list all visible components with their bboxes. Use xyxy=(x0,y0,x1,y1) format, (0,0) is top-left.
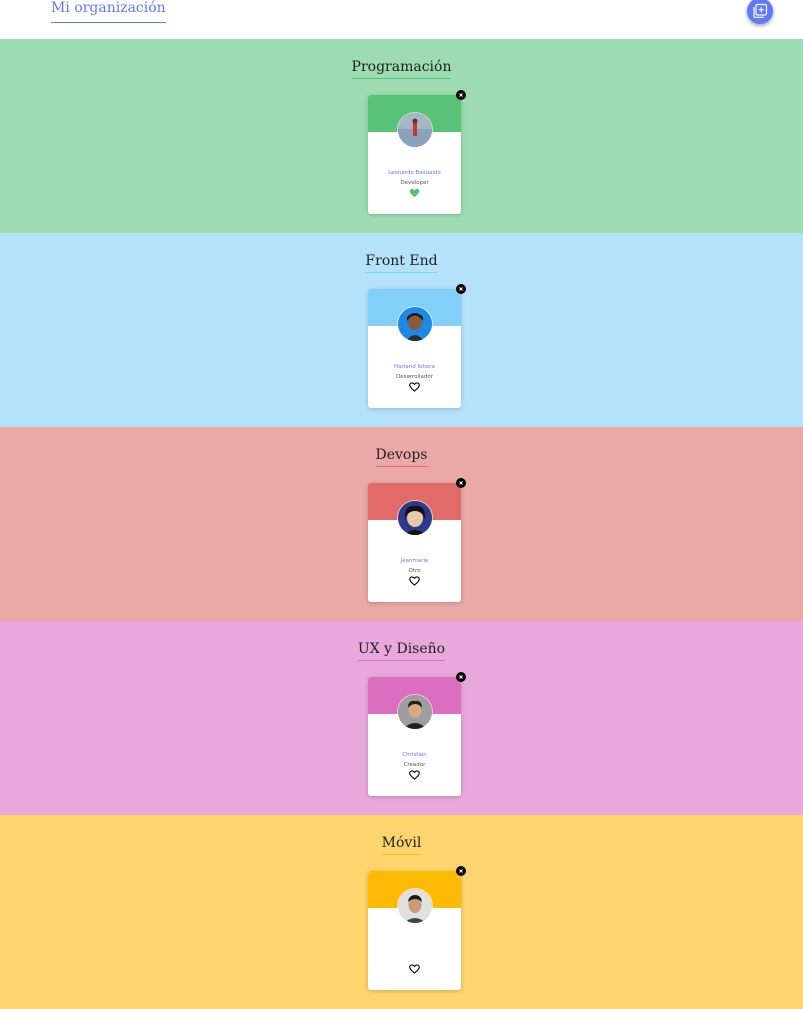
member-role: Creador xyxy=(403,762,426,768)
close-icon xyxy=(459,481,463,485)
member-card: Jeanmarie Otro xyxy=(368,478,466,602)
delete-member-button[interactable] xyxy=(456,672,466,682)
member-role: Developer xyxy=(400,180,429,186)
add-square-icon xyxy=(753,3,768,18)
heart-icon[interactable] xyxy=(409,576,420,586)
team-section-movil: Móvil xyxy=(0,815,803,1009)
close-icon xyxy=(459,287,463,291)
avatar xyxy=(397,306,433,342)
member-name: Jeanmarie xyxy=(400,558,429,564)
team-section-devops: Devops Jeanmarie Otro xyxy=(0,427,803,621)
top-bar: Mi organización xyxy=(0,0,803,39)
heart-icon[interactable] xyxy=(409,770,420,780)
member-name: Christian xyxy=(402,752,427,758)
member-card: Leonardo Basualdo Developer xyxy=(368,90,466,214)
delete-member-button[interactable] xyxy=(456,866,466,876)
delete-member-button[interactable] xyxy=(456,478,466,488)
team-section-front-end: Front End Harland lohora Desarrollador xyxy=(0,233,803,427)
delete-member-button[interactable] xyxy=(456,284,466,294)
team-section-programacion: Programación Leonardo Basualdo Developer xyxy=(0,39,803,233)
heart-icon[interactable] xyxy=(409,964,420,974)
member-role: Desarrollador xyxy=(395,374,434,380)
team-section-ux-diseno: UX y Diseño Christian Creador xyxy=(0,621,803,815)
avatar xyxy=(397,694,433,730)
member-name: Harland lohora xyxy=(394,364,435,370)
org-title: Mi organización xyxy=(51,0,166,23)
member-role: Otro xyxy=(408,568,421,574)
member-card xyxy=(368,866,466,990)
close-icon xyxy=(459,869,463,873)
heart-icon[interactable] xyxy=(409,382,420,392)
team-title: Programación xyxy=(351,59,452,79)
avatar xyxy=(397,112,433,148)
heart-icon[interactable] xyxy=(409,188,420,198)
add-member-button[interactable] xyxy=(747,0,773,24)
team-title: Front End xyxy=(365,253,438,273)
member-card: Christian Creador xyxy=(368,672,466,796)
delete-member-button[interactable] xyxy=(456,90,466,100)
avatar xyxy=(397,500,433,536)
team-title: Móvil xyxy=(381,835,422,855)
avatar xyxy=(397,888,433,924)
close-icon xyxy=(459,93,463,97)
team-title: Devops xyxy=(375,447,428,467)
member-name: Leonardo Basualdo xyxy=(388,170,441,176)
close-icon xyxy=(459,675,463,679)
team-title: UX y Diseño xyxy=(357,641,446,661)
member-card: Harland lohora Desarrollador xyxy=(368,284,466,408)
